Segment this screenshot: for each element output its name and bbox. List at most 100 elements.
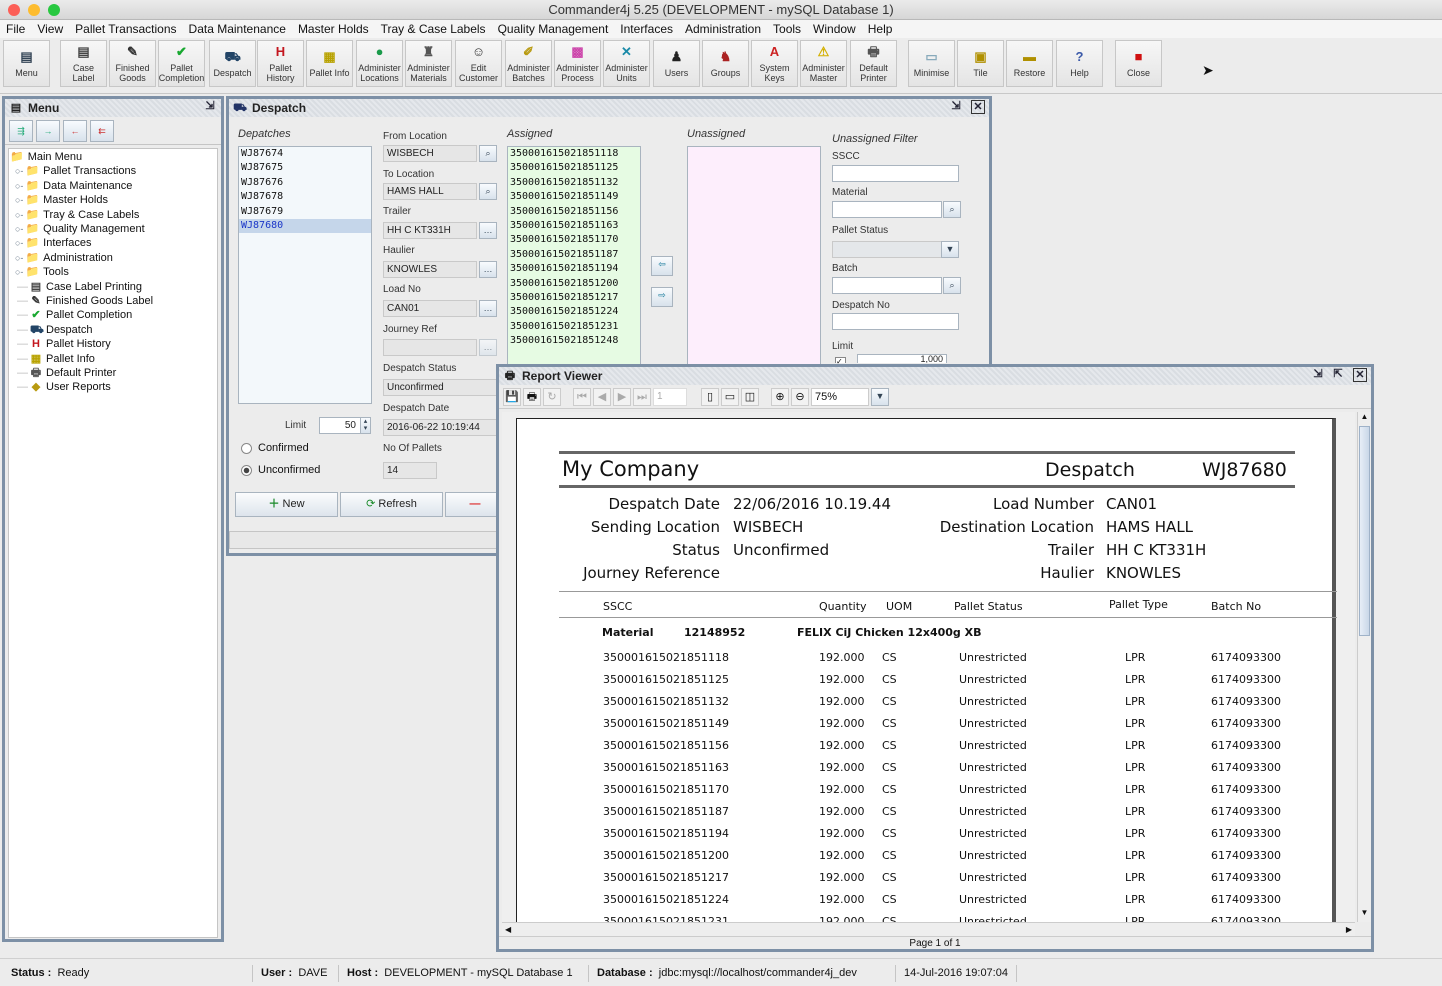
assigned-sscc-item[interactable]: 350001615021851187	[508, 248, 640, 262]
assigned-sscc-item[interactable]: 350001615021851163	[508, 219, 640, 233]
despatch-no-filter-input[interactable]	[832, 313, 959, 330]
menu-master-holds[interactable]: Master Holds	[298, 22, 369, 36]
filter-limit-spinner[interactable]: 1,000	[857, 354, 947, 363]
toolbar-button-label[interactable]: ▤ Case Label	[60, 40, 107, 87]
menu-pallet-transactions[interactable]: Pallet Transactions	[75, 22, 176, 36]
assigned-sscc-item[interactable]: 350001615021851170	[508, 233, 640, 247]
iconify-icon[interactable]: ⇲	[1311, 368, 1325, 382]
close-frame-icon[interactable]: ✕	[971, 100, 985, 114]
limit-spinner-arrows[interactable]: ▴ ▾	[360, 417, 371, 434]
journey-ref-lookup-button[interactable]: …	[479, 339, 497, 356]
scroll-down-icon[interactable]: ▼	[1358, 908, 1371, 922]
tree-item[interactable]: — ◆ User Reports	[9, 380, 111, 394]
binoculars-icon[interactable]: ⌕	[943, 201, 961, 218]
menu-frame-title-bar[interactable]: ▤ Menu ⇲	[5, 99, 221, 117]
unconfirmed-radio[interactable]: Unconfirmed	[241, 464, 320, 476]
menu-interfaces[interactable]: Interfaces	[620, 22, 673, 36]
tree-item[interactable]: — 🖶 Default Printer	[9, 366, 116, 380]
unassign-right-arrow-icon[interactable]: ⇨	[651, 287, 673, 307]
despatch-list-item[interactable]: WJ87678	[239, 190, 371, 204]
trailer-field[interactable]: HH C KT331H	[383, 222, 477, 239]
menu-administration[interactable]: Administration	[685, 22, 761, 36]
tree-folder[interactable]: ○- 📁 Quality Management	[9, 222, 145, 236]
assigned-sscc-item[interactable]: 350001615021851217	[508, 291, 640, 305]
tree-item[interactable]: — ⛟ Despatch	[9, 323, 92, 337]
iconify-icon[interactable]: ⇲	[203, 100, 217, 114]
close-frame-icon[interactable]: ✕	[1353, 368, 1367, 382]
from-location-field[interactable]: WISBECH	[383, 145, 477, 162]
despatch-list-item[interactable]: WJ87676	[239, 176, 371, 190]
toolbar-button-close[interactable]: ■ Close	[1115, 40, 1162, 87]
tree-folder[interactable]: ○- 📁 Interfaces	[9, 236, 91, 250]
maximize-icon[interactable]: ⇱	[1331, 368, 1345, 382]
despatch-frame-title-bar[interactable]: ⛟ Despatch ⇲ ✕	[229, 99, 989, 117]
binoculars-icon[interactable]: ⌕	[479, 145, 497, 162]
chevron-down-icon[interactable]: ▼	[871, 387, 889, 406]
toolbar-button-despatch[interactable]: ⛟ Despatch	[209, 40, 256, 87]
toolbar-button-process[interactable]: ▩ Administer Process	[554, 40, 601, 87]
toolbar-button-restore[interactable]: ▬ Restore	[1006, 40, 1053, 87]
print-icon[interactable]: 🖶	[523, 387, 541, 406]
haulier-lookup-button[interactable]: …	[479, 261, 497, 278]
menu-tray-case-labels[interactable]: Tray & Case Labels	[381, 22, 486, 36]
reload-icon[interactable]: ↻	[543, 387, 561, 406]
scroll-right-icon[interactable]: ▶	[1346, 925, 1352, 934]
limit-spinner[interactable]: 50	[319, 417, 361, 434]
batch-filter-input[interactable]	[832, 277, 942, 294]
tree-item[interactable]: — ✎ Finished Goods Label	[9, 294, 153, 308]
tree-folder[interactable]: ○- 📁 Administration	[9, 251, 113, 265]
last-page-icon[interactable]: ⏭	[633, 387, 651, 406]
despatches-list[interactable]: WJ87674 WJ87675 WJ87676 WJ87678 WJ87679 WJ876…	[238, 146, 372, 404]
assigned-sscc-item[interactable]: 350001615021851149	[508, 190, 640, 204]
toolbar-button-keys[interactable]: A System Keys	[751, 40, 798, 87]
scroll-thumb[interactable]	[1359, 426, 1370, 636]
zoom-in-icon[interactable]: ⊕	[771, 387, 789, 406]
expand-handle-icon[interactable]: ○-	[15, 251, 23, 265]
tree-item[interactable]: — ✔ Pallet Completion	[9, 308, 132, 322]
haulier-field[interactable]: KNOWLES	[383, 261, 477, 278]
assigned-sscc-item[interactable]: 350001615021851248	[508, 334, 640, 348]
next-page-icon[interactable]: ▶	[613, 387, 631, 406]
despatch-list-item[interactable]: WJ87679	[239, 205, 371, 219]
despatch-list-item[interactable]: WJ87675	[239, 161, 371, 175]
binoculars-icon[interactable]: ⌕	[479, 183, 497, 200]
pallet-status-select[interactable]	[832, 241, 942, 258]
despatch-list-item[interactable]: WJ87674	[239, 147, 371, 161]
load-no-lookup-button[interactable]: …	[479, 300, 497, 317]
sscc-filter-input[interactable]	[832, 165, 959, 182]
vertical-scrollbar[interactable]: ▲ ▼	[1357, 412, 1371, 922]
zoom-level-select[interactable]: 75%	[811, 387, 869, 406]
tree-folder[interactable]: ○- 📁 Tools	[9, 265, 69, 279]
unassigned-list[interactable]	[687, 146, 821, 376]
assigned-sscc-item[interactable]: 350001615021851224	[508, 305, 640, 319]
toolbar-button-pallet-info[interactable]: ▦ Pallet Info	[306, 40, 353, 87]
tree-folder[interactable]: ○- 📁 Tray & Case Labels	[9, 208, 139, 222]
expand-all-icon[interactable]: ⇶	[9, 120, 33, 142]
radio-circle-selected[interactable]	[241, 464, 252, 476]
collapse-all-icon[interactable]: ⇇	[90, 120, 114, 142]
chevron-down-icon[interactable]: ▼	[941, 241, 959, 258]
expand-handle-icon[interactable]: ○-	[15, 208, 23, 222]
menu-quality-management[interactable]: Quality Management	[498, 22, 609, 36]
previous-page-icon[interactable]: ◀	[593, 387, 611, 406]
tree-root-main-menu[interactable]: 📁 Main Menu	[9, 150, 82, 164]
toolbar-button-users[interactable]: ♟ Users	[653, 40, 700, 87]
assigned-sscc-item[interactable]: 350001615021851200	[508, 277, 640, 291]
despatch-date-field[interactable]: 2016-06-22 10:19:44	[383, 419, 497, 436]
horizontal-scrollbar[interactable]: ◀ ▶	[502, 922, 1355, 936]
load-no-field[interactable]: CAN01	[383, 300, 477, 317]
toolbar-button-materials[interactable]: ♜ Administer Materials	[405, 40, 452, 87]
tree-folder[interactable]: ○- 📁 Data Maintenance	[9, 179, 132, 193]
collapse-icon[interactable]: ←	[63, 120, 87, 142]
toolbar-button-goods[interactable]: ✎ Finished Goods	[109, 40, 156, 87]
toolbar-button-help[interactable]: ? Help	[1056, 40, 1103, 87]
iconify-icon[interactable]: ⇲	[949, 100, 963, 114]
toolbar-button-units[interactable]: ✕ Administer Units	[603, 40, 650, 87]
zoom-window-button[interactable]	[48, 4, 60, 16]
assigned-sscc-item[interactable]: 350001615021851132	[508, 176, 640, 190]
radio-circle[interactable]	[241, 442, 252, 454]
page-number-input[interactable]: 1	[653, 387, 687, 406]
toolbar-button-completion[interactable]: ✔ Pallet Completion	[158, 40, 205, 87]
menu-tools[interactable]: Tools	[773, 22, 801, 36]
toolbar-button-tile[interactable]: ▣ Tile	[957, 40, 1004, 87]
